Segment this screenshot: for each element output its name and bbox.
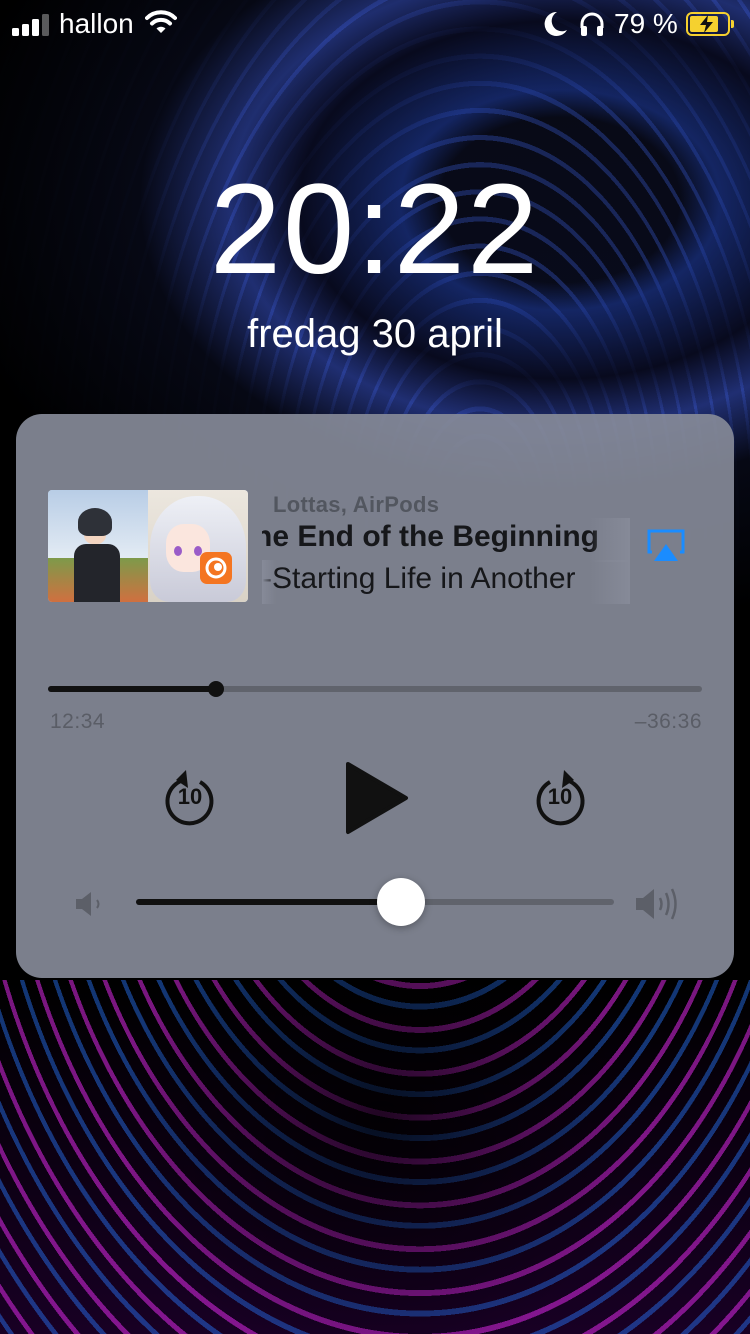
moon-icon: [544, 11, 567, 36]
song-subtitle-container: -Starting Life in Another: [262, 560, 630, 604]
carrier-name: hallon: [59, 8, 134, 39]
skip-forward-seconds: 10: [547, 784, 573, 809]
remaining-time: –36:36: [634, 710, 702, 733]
volume-slider-handle[interactable]: [377, 878, 426, 926]
volume-slider[interactable]: [136, 878, 614, 926]
playback-scrubber-handle[interactable]: [208, 681, 225, 697]
status-bar: hallon 79 %: [0, 0, 750, 50]
headphones-icon: [580, 12, 604, 36]
play-button[interactable]: [342, 760, 412, 836]
now-playing-widget: Lottas, AirPods he End of the Beginning …: [16, 414, 734, 978]
crunchyroll-app-icon: [200, 552, 232, 584]
skip-back-seconds: 10: [177, 784, 203, 809]
volume-high-icon: [636, 888, 677, 920]
airplay-icon[interactable]: [646, 528, 686, 564]
playback-scrubber[interactable]: [48, 681, 702, 697]
volume-fill: [136, 899, 402, 905]
album-artwork[interactable]: [48, 490, 248, 602]
song-subtitle: -Starting Life in Another: [262, 562, 576, 595]
battery-percent: 79 %: [614, 8, 678, 39]
output-devices-label: Lottas, AirPods: [273, 492, 440, 517]
playback-progress-fill: [48, 686, 217, 692]
volume-low-icon: [76, 892, 100, 916]
skip-forward-button[interactable]: 10: [530, 766, 590, 830]
elapsed-time: 12:34: [50, 710, 106, 733]
battery-charging-icon: [686, 12, 734, 36]
song-title-container: he End of the Beginning: [262, 518, 630, 562]
lock-screen-date: fredag 30 april: [247, 312, 503, 356]
lock-screen-time: 20:22: [209, 158, 541, 301]
skip-back-button[interactable]: 10: [160, 766, 220, 830]
song-title: he End of the Beginning: [262, 520, 599, 553]
cellular-signal-icon: [12, 14, 52, 36]
wifi-icon: [145, 10, 177, 33]
